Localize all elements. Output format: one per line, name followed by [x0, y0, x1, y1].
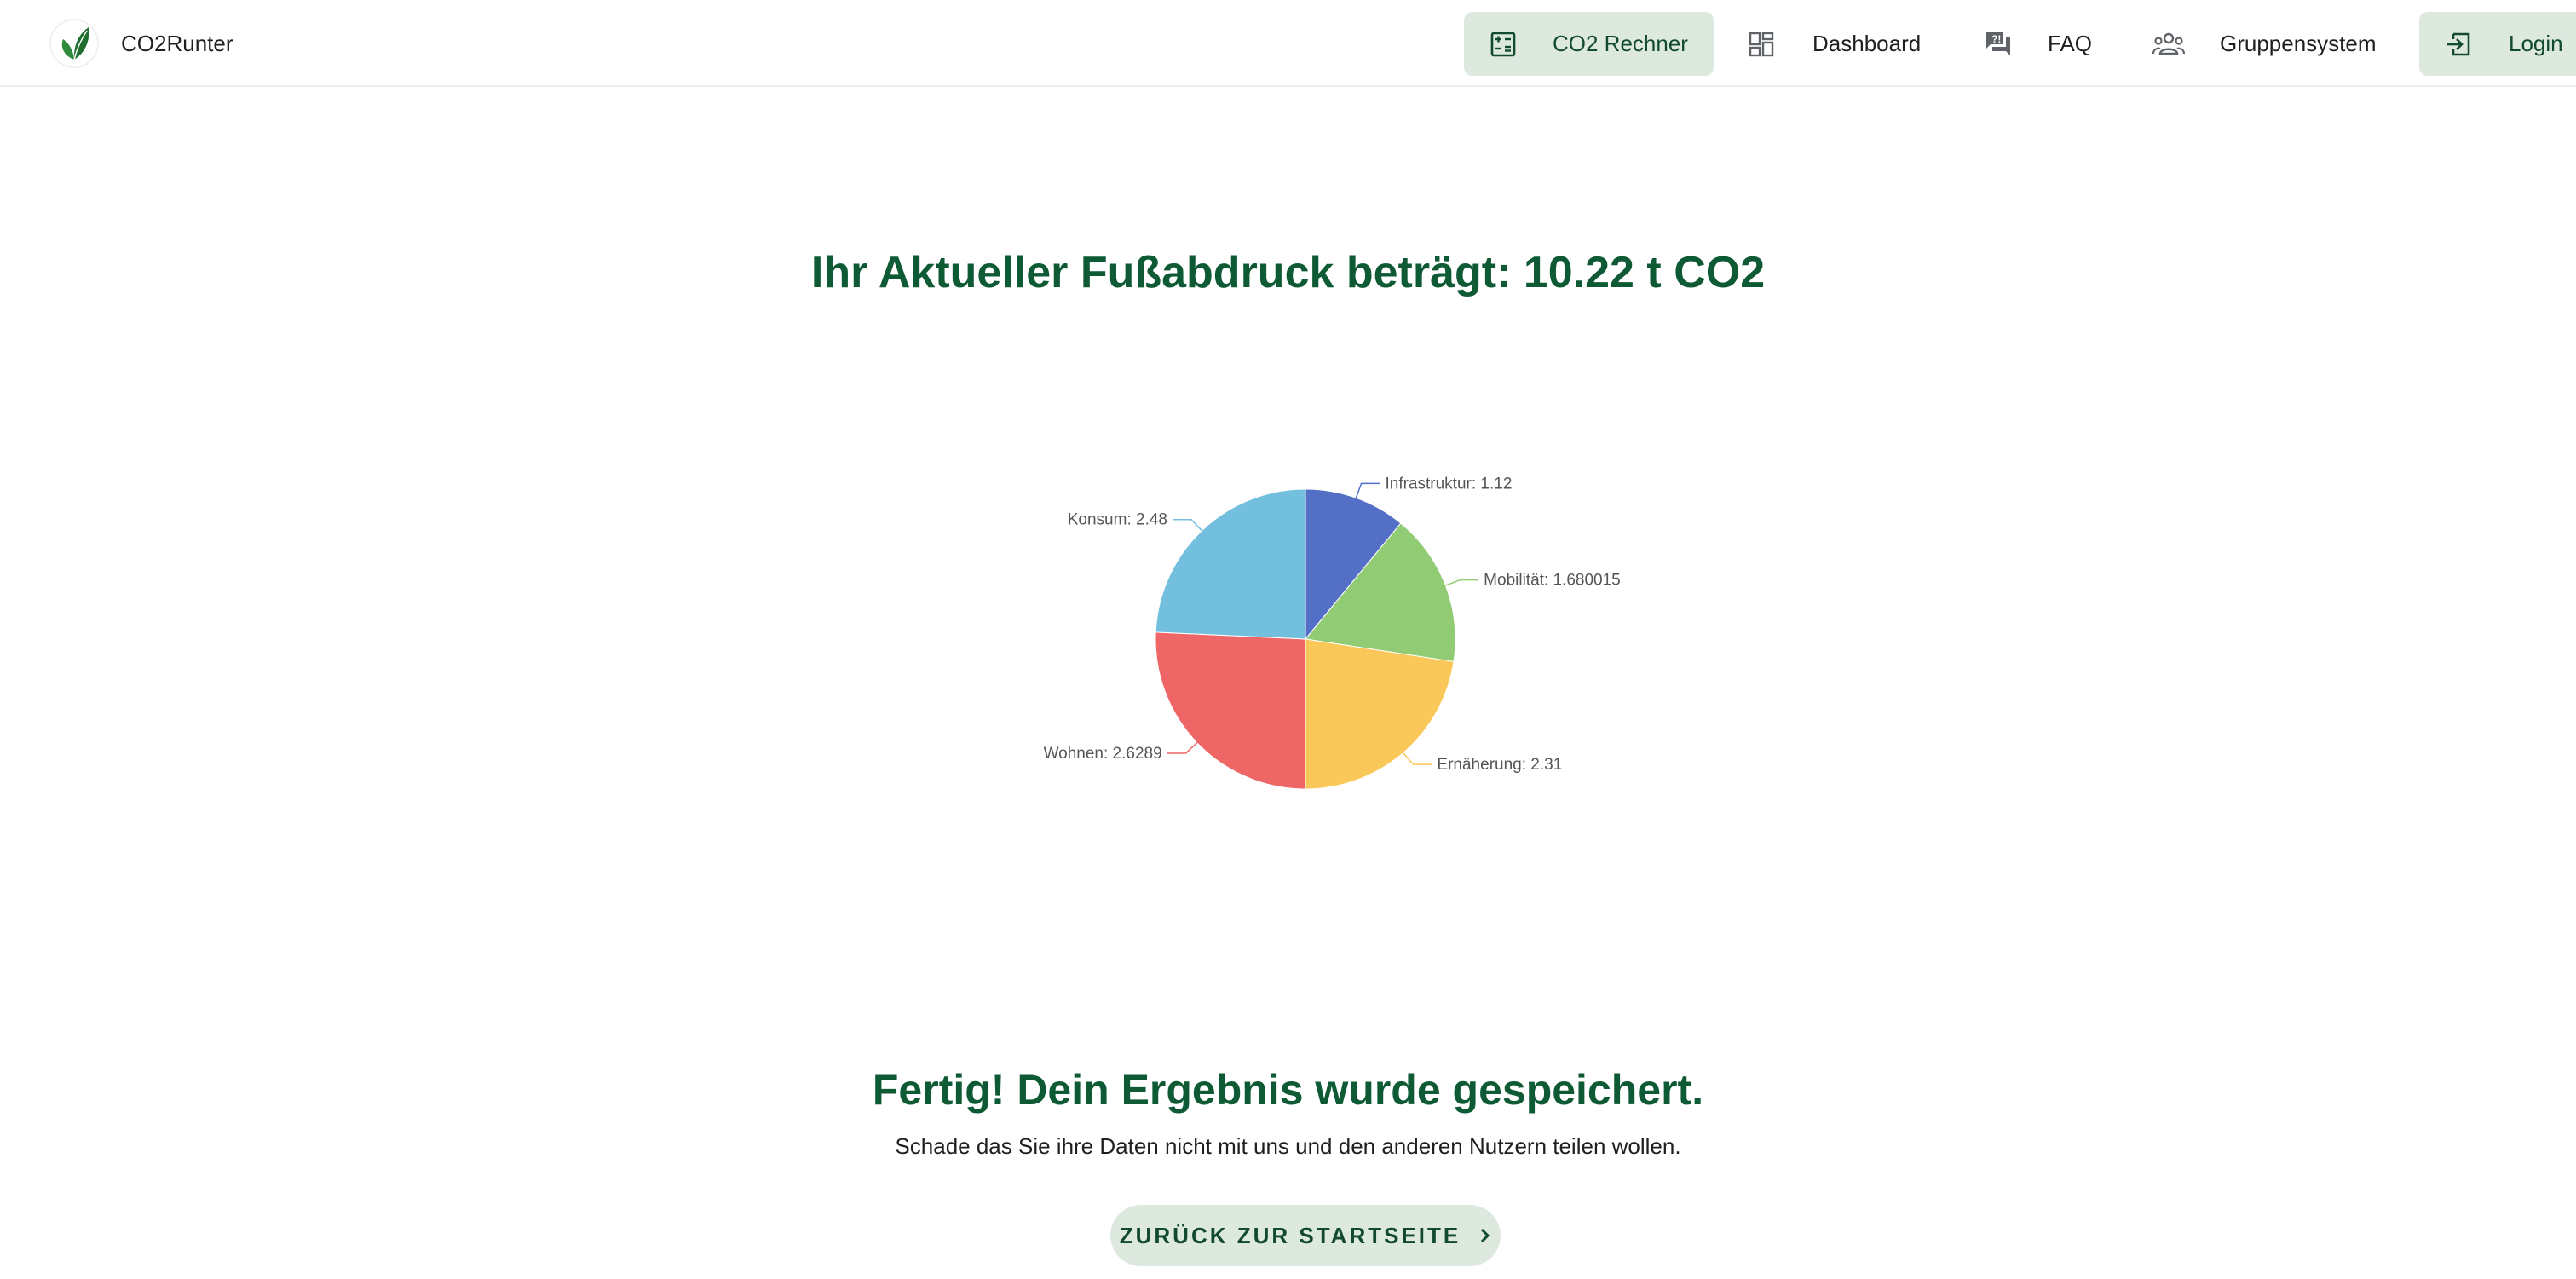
chevron-right-icon [1479, 1227, 1491, 1244]
pie-label-line [1355, 482, 1380, 500]
footprint-headline: Ihr Aktueller Fußabdruck beträgt: 10.22 … [810, 248, 1766, 297]
pie-slice-label: Konsum: 2.48 [1068, 511, 1167, 529]
footprint-pie-chart: Infrastruktur: 1.12 Mobilität: 1.680015 Er… [937, 426, 1636, 818]
pie-chart-svg: Infrastruktur: 1.12 Mobilität: 1.680015 Er… [1044, 475, 1621, 790]
top-navbar: CO2Runter CO2 Rechner Dashboard ?! FAQ G… [0, 0, 2576, 87]
nav-label-gruppensystem: Gruppensystem [2220, 31, 2377, 56]
group-icon [2152, 27, 2186, 61]
svg-text:?!: ?! [1991, 33, 2001, 45]
nav-dashboard[interactable]: Dashboard [1743, 12, 1947, 76]
leaf-icon [49, 19, 99, 68]
pie-label-line [1401, 751, 1432, 765]
brand-name: CO2Runter [121, 30, 233, 56]
pie-label-line [1173, 518, 1204, 533]
nav-faq[interactable]: ?! FAQ [1981, 12, 2109, 76]
pie-slice[interactable] [1155, 488, 1306, 640]
nav-label-faq: FAQ [2048, 31, 2093, 56]
nav-label-login: Login [2509, 31, 2563, 56]
done-text: Schade das Sie ihre Daten nicht mit uns … [895, 1133, 1681, 1159]
pie-label-line [1444, 579, 1479, 587]
nav-label-dashboard: Dashboard [1812, 31, 1922, 56]
back-to-start-button[interactable]: ZURÜCK ZUR STARTSEITE [1110, 1205, 1501, 1266]
pie-slice-label: Mobilität: 1.680015 [1484, 572, 1621, 590]
pie-slice[interactable] [1305, 638, 1455, 790]
nav-gruppensystem[interactable]: Gruppensystem [2152, 12, 2399, 76]
faq-icon: ?! [1981, 27, 2015, 61]
back-button-label: ZURÜCK ZUR STARTSEITE [1119, 1222, 1461, 1248]
nav-login[interactable]: Login [2419, 12, 2576, 76]
login-icon [2441, 27, 2475, 61]
pie-slice-label: Ernäherung: 2.31 [1437, 756, 1562, 774]
nav-label-co2-rechner: CO2 Rechner [1553, 31, 1688, 56]
pie-slice[interactable] [1155, 631, 1306, 790]
brand[interactable]: CO2Runter [49, 18, 233, 69]
nav-co2-rechner[interactable]: CO2 Rechner [1464, 12, 1714, 76]
pie-slice-label: Infrastruktur: 1.12 [1385, 475, 1512, 493]
pie-label-line [1167, 740, 1199, 754]
pie-slice-label: Wohnen: 2.6289 [1044, 745, 1162, 763]
dashboard-icon [1744, 27, 1778, 61]
calculator-icon [1486, 27, 1520, 61]
done-title: Fertig! Dein Ergebnis wurde gespeichert. [872, 1066, 1704, 1114]
